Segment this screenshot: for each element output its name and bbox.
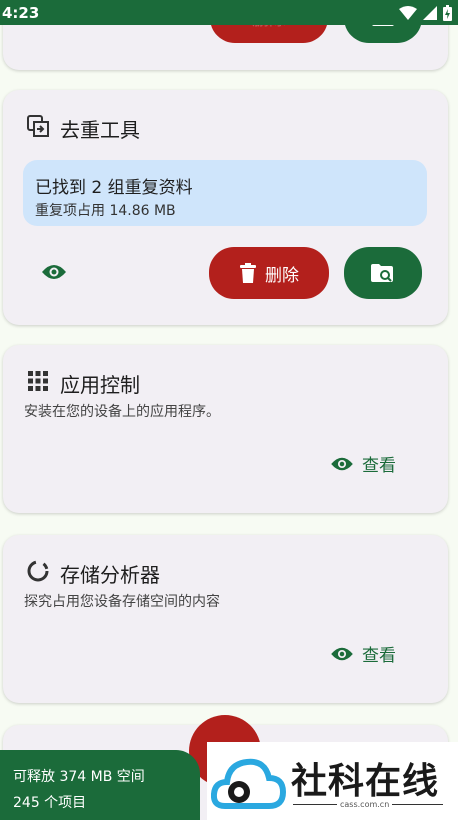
duplicate-icon xyxy=(25,113,51,139)
storage-description: 探究占用您设备存储空间的内容 xyxy=(24,594,220,610)
duplicate-info-box: 已找到 2 组重复资料 重复项占用 14.86 MB xyxy=(23,160,427,226)
apps-grid-icon xyxy=(25,368,51,394)
signal-icon xyxy=(423,5,437,20)
wifi-icon xyxy=(399,5,417,20)
app-control-view-button[interactable]: 查看 xyxy=(330,451,396,476)
duplicate-found-text: 已找到 2 组重复资料 xyxy=(35,178,193,198)
dedupe-delete-button[interactable]: 删除 xyxy=(209,247,329,299)
storage-view-button[interactable]: 查看 xyxy=(330,641,396,666)
trash-icon xyxy=(240,263,256,283)
battery-icon xyxy=(443,4,452,21)
duplicate-size-text: 重复项占用 14.86 MB xyxy=(35,203,176,219)
dedupe-card: 去重工具 已找到 2 组重复资料 重复项占用 14.86 MB 删除 xyxy=(3,90,448,325)
storage-view-label: 查看 xyxy=(362,646,396,666)
status-icons xyxy=(399,4,452,21)
app-control-description: 安装在您的设备上的应用程序。 xyxy=(24,404,220,420)
eye-icon xyxy=(42,265,66,279)
dedupe-title: 去重工具 xyxy=(60,118,140,142)
folder-search-icon xyxy=(371,264,393,282)
freeable-space-text: 可释放 374 MB 空间 xyxy=(13,769,145,785)
watermark: 社科在线 cass.com.cn xyxy=(207,742,458,820)
status-bar: 4:23 xyxy=(0,0,458,25)
cloud-logo-icon xyxy=(211,758,287,809)
bottom-summary-panel[interactable]: 可释放 374 MB 空间 245 个项目 xyxy=(0,750,200,820)
storage-ring-icon xyxy=(25,558,51,584)
app-control-card: 应用控制 安装在您的设备上的应用程序。 查看 xyxy=(3,345,448,513)
app-control-view-label: 查看 xyxy=(362,456,396,476)
dedupe-search-folder-button[interactable] xyxy=(344,247,422,299)
status-time: 4:23 xyxy=(2,3,40,22)
dedupe-delete-label: 删除 xyxy=(265,265,299,286)
watermark-domain: cass.com.cn xyxy=(337,800,393,809)
item-count-text: 245 个项目 xyxy=(13,795,87,811)
watermark-name: 社科在线 xyxy=(291,761,440,802)
eye-icon xyxy=(331,457,353,470)
storage-title: 存储分析器 xyxy=(60,563,160,587)
app-control-title: 应用控制 xyxy=(60,373,140,397)
storage-analyzer-card: 存储分析器 探究占用您设备存储空间的内容 查看 xyxy=(3,535,448,703)
preview-eye-button[interactable] xyxy=(41,262,69,284)
eye-icon xyxy=(331,647,353,660)
